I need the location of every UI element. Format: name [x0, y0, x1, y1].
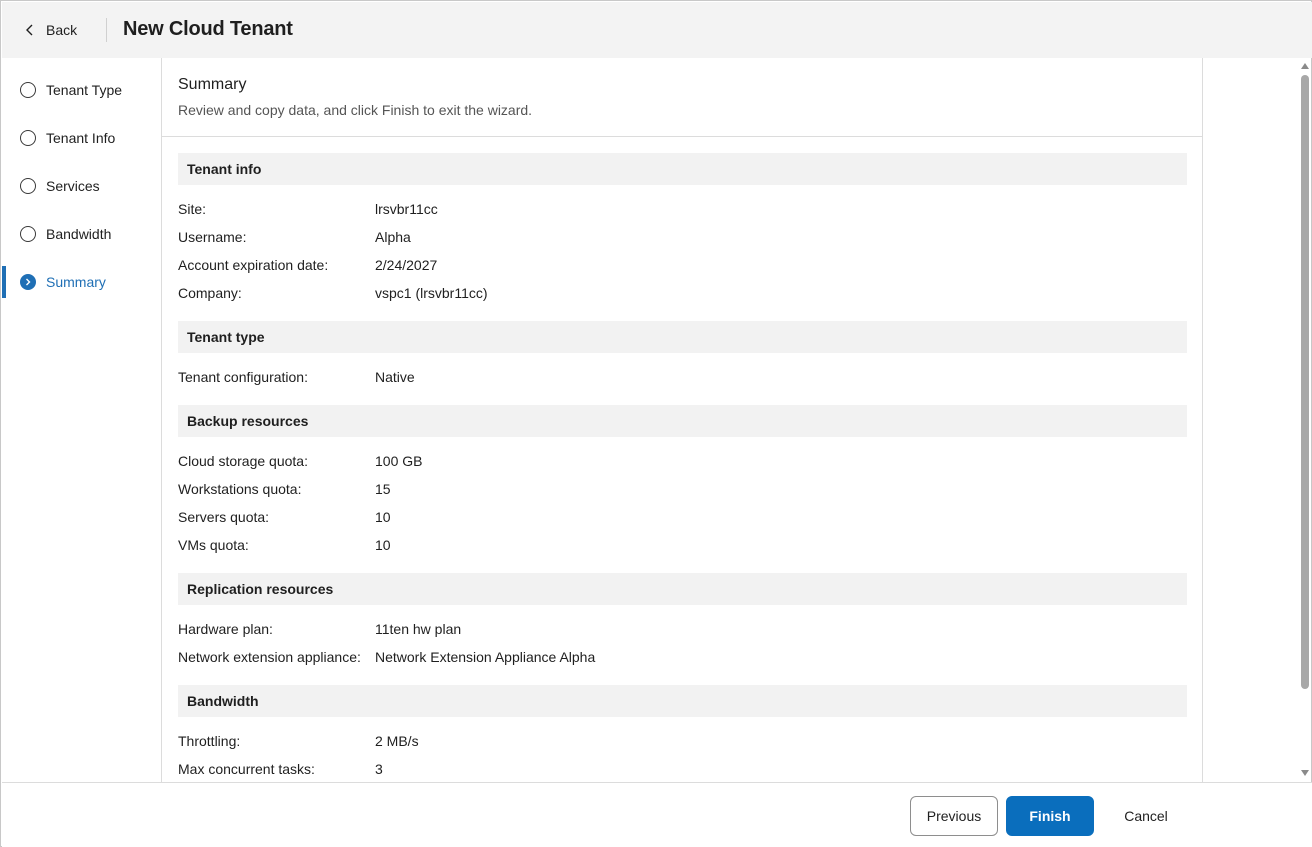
back-button-label: Back — [46, 22, 78, 38]
wizard-header: Back New Cloud Tenant — [2, 2, 1312, 58]
row-value: 15 — [375, 481, 391, 497]
row-value: 10 — [375, 537, 391, 553]
step-label: Tenant Info — [46, 130, 116, 146]
summary-row: Throttling: 2 MB/s — [178, 733, 1178, 753]
back-button[interactable]: Back — [18, 16, 83, 44]
scroll-down-arrow-icon[interactable] — [1301, 770, 1309, 776]
summary-row: Servers quota: 10 — [178, 509, 1178, 529]
page-title: New Cloud Tenant — [123, 18, 293, 40]
header-divider — [106, 18, 107, 42]
wizard-steps-sidebar: Tenant Type Tenant Info Services Bandwid… — [2, 58, 161, 782]
summary-row: VMs quota: 10 — [178, 537, 1178, 557]
cancel-button[interactable]: Cancel — [1106, 796, 1186, 836]
row-value: Native — [375, 369, 415, 385]
summary-panel: Summary Review and copy data, and click … — [161, 58, 1203, 782]
row-key: Workstations quota: — [178, 481, 302, 497]
scroll-up-arrow-icon[interactable] — [1301, 63, 1309, 69]
row-key: Servers quota: — [178, 509, 270, 525]
summary-row: Username: Alpha — [178, 229, 1178, 249]
step-services[interactable]: Services — [2, 170, 161, 202]
row-value: Network Extension Appliance Alpha — [375, 649, 596, 665]
summary-row: Site: lrsvbr11cc — [178, 201, 1178, 221]
summary-row: Network extension appliance: Network Ext… — [178, 649, 1178, 669]
section-heading-bandwidth: Bandwidth — [178, 685, 1187, 717]
row-key: Network extension appliance: — [178, 649, 361, 665]
panel-subtitle: Review and copy data, and click Finish t… — [178, 102, 533, 118]
row-key: Throttling: — [178, 733, 241, 749]
active-step-indicator — [2, 266, 6, 298]
wizard-footer: Previous Finish Cancel — [2, 782, 1312, 847]
summary-row: Workstations quota: 15 — [178, 481, 1178, 501]
summary-row: Tenant configuration: Native — [178, 369, 1178, 389]
panel-header: Summary Review and copy data, and click … — [162, 58, 1202, 137]
summary-row: Company: vspc1 (lrsvbr11cc) — [178, 285, 1178, 305]
summary-row: Hardware plan: 11ten hw plan — [178, 621, 1178, 641]
row-value: 10 — [375, 509, 391, 525]
step-tenant-info[interactable]: Tenant Info — [2, 122, 161, 154]
step-status-icon — [20, 178, 36, 194]
row-value: 2 MB/s — [375, 733, 419, 749]
finish-button[interactable]: Finish — [1006, 796, 1094, 836]
summary-row: Max concurrent tasks: 3 — [178, 761, 1178, 781]
step-status-icon — [20, 226, 36, 242]
step-label: Services — [46, 178, 100, 194]
section-heading-backup-resources: Backup resources — [178, 405, 1187, 437]
chevron-left-icon — [26, 24, 33, 36]
section-heading-tenant-type: Tenant type — [178, 321, 1187, 353]
summary-row: Account expiration date: 2/24/2027 — [178, 257, 1178, 277]
vertical-scrollbar[interactable] — [1298, 58, 1312, 782]
row-key: Cloud storage quota: — [178, 453, 308, 469]
scroll-thumb[interactable] — [1301, 75, 1309, 689]
row-value: 11ten hw plan — [375, 621, 462, 637]
step-label: Tenant Type — [46, 82, 123, 98]
step-bandwidth[interactable]: Bandwidth — [2, 218, 161, 250]
wizard-window: Back New Cloud Tenant Tenant Type Tenant… — [0, 0, 1312, 847]
row-key: Max concurrent tasks: — [178, 761, 315, 777]
row-key: Account expiration date: — [178, 257, 329, 273]
step-label: Summary — [46, 274, 106, 290]
row-key: Site: — [178, 201, 207, 217]
previous-button[interactable]: Previous — [910, 796, 998, 836]
row-value: vspc1 (lrsvbr11cc) — [375, 285, 488, 301]
row-value: Alpha — [375, 229, 411, 245]
row-key: Username: — [178, 229, 247, 245]
row-value: 100 GB — [375, 453, 423, 469]
chevron-right-icon — [20, 274, 36, 290]
step-status-icon — [20, 82, 36, 98]
panel-title: Summary — [178, 76, 247, 93]
row-value: 3 — [375, 761, 383, 777]
row-value: 2/24/2027 — [375, 257, 438, 273]
row-value: lrsvbr11cc — [375, 201, 438, 217]
step-label: Bandwidth — [46, 226, 112, 242]
step-status-icon — [20, 130, 36, 146]
section-heading-replication-resources: Replication resources — [178, 573, 1187, 605]
row-key: Company: — [178, 285, 242, 301]
step-tenant-type[interactable]: Tenant Type — [2, 74, 161, 106]
summary-row: Cloud storage quota: 100 GB — [178, 453, 1178, 473]
row-key: Tenant configuration: — [178, 369, 308, 385]
step-summary[interactable]: Summary — [2, 266, 161, 298]
section-heading-tenant-info: Tenant info — [178, 153, 1187, 185]
row-key: Hardware plan: — [178, 621, 273, 637]
row-key: VMs quota: — [178, 537, 249, 553]
